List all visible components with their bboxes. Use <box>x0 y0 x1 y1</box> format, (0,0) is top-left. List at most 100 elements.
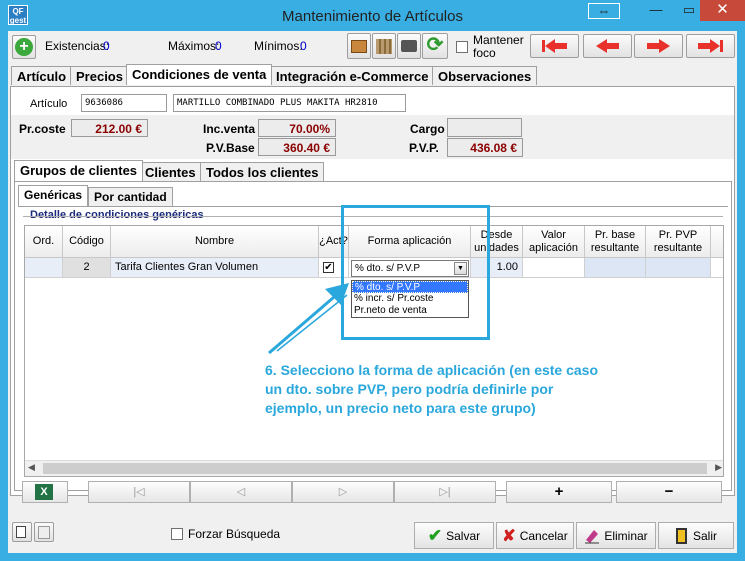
col-ord[interactable]: Ord. <box>25 226 63 258</box>
mantener-foco-label: Mantener foco <box>473 33 524 60</box>
scanner-button[interactable] <box>397 33 421 59</box>
title-bar[interactable]: QF gest Mantenimiento de Artículos ⇔ — ▭… <box>0 0 745 31</box>
cargo-value <box>447 118 522 137</box>
minimize-button[interactable]: — <box>642 0 670 21</box>
eliminar-button[interactable]: Eliminar <box>576 522 656 549</box>
restore-icon[interactable]: ⇔ <box>588 3 620 19</box>
cell-prbase <box>585 258 646 278</box>
tab-clientes[interactable]: Clientes <box>139 162 202 181</box>
nav-last-button[interactable]: ▷| <box>394 481 496 503</box>
cancel-x-icon: ✘ <box>502 527 516 545</box>
client-area: + Existencias: 0 Máximos: 0 Mínimos: 0 ⟳… <box>8 31 737 553</box>
col-pr-base[interactable]: Pr. base resultante <box>585 226 646 258</box>
scroll-thumb[interactable] <box>43 463 707 474</box>
excel-icon: X <box>35 484 53 500</box>
article-code-field[interactable]: 9636086 <box>81 94 167 112</box>
cell-codigo[interactable]: 2 <box>63 258 111 278</box>
boxes-icon <box>351 40 367 53</box>
col-nombre[interactable]: Nombre <box>111 226 319 258</box>
last-record-button[interactable] <box>686 34 735 58</box>
refresh-icon: ⟳ <box>426 34 444 56</box>
pvp-label: P.V.P. <box>409 141 439 155</box>
copy-button[interactable] <box>12 522 32 542</box>
pvp-value: 436.08 € <box>447 138 523 157</box>
existencias-value: 0 <box>103 39 110 53</box>
previous-arrow-icon <box>596 39 619 53</box>
first-record-button[interactable] <box>530 34 579 58</box>
nav-remove-button[interactable]: − <box>616 481 722 503</box>
salvar-label: Salvar <box>446 528 481 543</box>
add-button[interactable]: + <box>12 35 36 59</box>
maximos-label: Máximos: <box>168 39 220 53</box>
nav-prev-button[interactable]: ◁ <box>190 481 292 503</box>
previous-record-button[interactable] <box>583 34 632 58</box>
paste-icon <box>38 526 50 539</box>
export-excel-button[interactable]: X <box>22 481 68 503</box>
forzar-busqueda-label: Forzar Búsqueda <box>188 527 281 541</box>
forzar-busqueda-checkbox[interactable] <box>171 528 183 540</box>
eliminar-label: Eliminar <box>604 528 648 543</box>
tab-integracion-ecommerce[interactable]: Integración e-Commerce <box>270 66 435 85</box>
last-arrow-icon <box>698 39 723 53</box>
article-description-field[interactable]: MARTILLO COMBINADO PLUS MAKITA HR2810 <box>173 94 406 112</box>
refresh-button[interactable]: ⟳ <box>422 33 448 59</box>
pvbase-value: 360.40 € <box>258 138 336 156</box>
cancelar-button[interactable]: ✘ Cancelar <box>496 522 574 549</box>
tab-articulo[interactable]: Artículo <box>11 66 73 85</box>
minimos-label: Mínimos: <box>254 39 303 53</box>
paste-button[interactable] <box>34 522 54 542</box>
prcoste-label: Pr.coste <box>19 122 66 136</box>
nav-add-button[interactable]: + <box>506 481 612 503</box>
tab-todos-clientes[interactable]: Todos los clientes <box>200 162 325 181</box>
col-extra <box>711 226 723 258</box>
tab-condiciones-venta[interactable]: Condiciones de venta <box>126 64 273 85</box>
articulo-label: Artículo <box>30 98 68 110</box>
boxes-button[interactable] <box>347 33 371 59</box>
tab-grupos-clientes[interactable]: Grupos de clientes <box>14 160 144 181</box>
act-checkbox[interactable]: ✔ <box>323 262 334 273</box>
next-record-button[interactable] <box>634 34 683 58</box>
next-arrow-icon <box>647 39 670 53</box>
nav-first-button[interactable]: |◁ <box>88 481 190 503</box>
annotation-text: 6. Selecciono la forma de aplicación (en… <box>265 362 599 416</box>
first-arrow-icon <box>542 39 567 53</box>
cargo-label: Cargo <box>410 122 445 136</box>
minimos-value: 0 <box>300 39 307 53</box>
pvbase-label: P.V.Base <box>206 141 255 155</box>
col-pr-pvp[interactable]: Pr. PVP resultante <box>646 226 711 258</box>
books-icon <box>376 39 392 54</box>
copy-icon <box>16 526 26 538</box>
prcoste-value: 212.00 € <box>71 119 148 137</box>
horizontal-scrollbar[interactable]: ◀ ▶ <box>25 460 723 476</box>
col-codigo[interactable]: Código <box>63 226 111 258</box>
tab-precios[interactable]: Precios <box>70 66 129 85</box>
window-title: Mantenimiento de Artículos <box>282 8 463 25</box>
window-frame: QF gest Mantenimiento de Artículos ⇔ — ▭… <box>0 0 745 561</box>
scroll-left-icon[interactable]: ◀ <box>28 462 35 473</box>
grid-navigator: X |◁ ◁ ▷ ▷| + − <box>22 481 730 505</box>
existencias-label: Existencias: <box>45 39 110 53</box>
checkmark-icon: ✔ <box>427 525 443 545</box>
tab-por-cantidad[interactable]: Por cantidad <box>88 187 173 206</box>
salir-label: Salir <box>692 528 717 543</box>
annotation-arrow-icon <box>268 283 349 355</box>
tab-genericas[interactable]: Genéricas <box>18 185 89 206</box>
salir-button[interactable]: Salir <box>658 522 734 549</box>
grid-group-title: Detalle de condiciones genéricas <box>30 209 204 221</box>
catalog-button[interactable] <box>372 33 396 59</box>
cell-ord[interactable] <box>25 258 63 278</box>
nav-next-button[interactable]: ▷ <box>292 481 394 503</box>
scroll-right-icon[interactable]: ▶ <box>715 462 722 473</box>
salvar-button[interactable]: ✔ Salvar <box>414 522 494 549</box>
incventa-value: 70.00% <box>258 119 336 137</box>
close-button[interactable]: ✕ <box>700 0 745 21</box>
maximize-button[interactable]: ▭ <box>675 0 703 21</box>
col-valor-aplicacion[interactable]: Valor aplicación <box>523 226 585 258</box>
exit-door-icon <box>675 527 687 544</box>
cell-extra <box>711 258 723 278</box>
tab-observaciones[interactable]: Observaciones <box>432 66 538 85</box>
mantener-foco-checkbox[interactable] <box>456 41 468 53</box>
eraser-icon <box>585 529 600 543</box>
cell-valor[interactable] <box>523 258 585 278</box>
cell-nombre[interactable]: Tarifa Clientes Gran Volumen <box>111 258 319 278</box>
